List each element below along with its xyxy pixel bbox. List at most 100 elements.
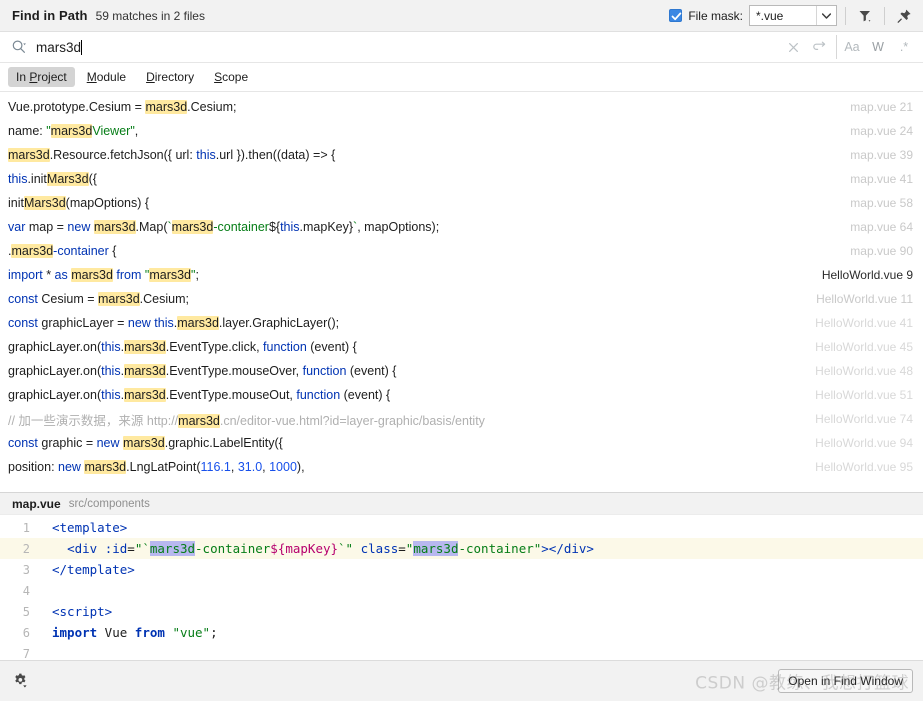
result-code: graphicLayer.on(this.mars3d.EventType.cl… <box>8 340 357 354</box>
result-code: .mars3d-container { <box>8 244 117 258</box>
result-code: mars3d.Resource.fetchJson({ url: this.ur… <box>8 148 336 162</box>
reset-icon[interactable] <box>806 35 832 59</box>
result-location: map.vue 64 <box>850 220 913 234</box>
table-row[interactable]: name: "mars3dViewer", map.vue 24 <box>0 119 923 143</box>
code-line[interactable]: 6 import Vue from "vue"; <box>0 622 923 643</box>
preview-pane: map.vue src/components 1 <template> 2 <d… <box>0 492 923 660</box>
preview-header: map.vue src/components <box>0 493 923 515</box>
result-code: Vue.prototype.Cesium = mars3d.Cesium; <box>8 100 237 114</box>
table-row[interactable]: initMars3d(mapOptions) { map.vue 58 <box>0 191 923 215</box>
result-location: map.vue 41 <box>850 172 913 186</box>
filter-icon[interactable] <box>854 5 876 27</box>
line-number: 2 <box>22 541 30 556</box>
table-row[interactable]: graphicLayer.on(this.mars3d.EventType.mo… <box>0 359 923 383</box>
table-row[interactable]: position: new mars3d.LngLatPoint(116.1, … <box>0 455 923 479</box>
code-line[interactable]: 1 <template> <box>0 517 923 538</box>
result-code: initMars3d(mapOptions) { <box>8 196 150 210</box>
code-line[interactable]: 4 <box>0 580 923 601</box>
tab-scope-mnemonic: S <box>214 70 223 84</box>
code-text: </template> <box>52 562 135 577</box>
result-location: HelloWorld.vue 48 <box>815 364 913 378</box>
table-row[interactable]: const graphic = new mars3d.graphic.Label… <box>0 431 923 455</box>
titlebar-divider-1 <box>845 6 846 25</box>
tab-scope[interactable]: Scope <box>206 67 256 87</box>
tab-directory[interactable]: Directory <box>138 67 202 87</box>
search-actions: Aa W .* <box>780 35 917 59</box>
regex-toggle[interactable]: .* <box>891 35 917 59</box>
pin-glyph <box>897 9 911 23</box>
search-glyph <box>12 40 26 53</box>
open-in-find-window-button[interactable]: Open in Find Window <box>778 669 913 693</box>
tab-directory-mnemonic: D <box>146 70 155 84</box>
code-line[interactable]: 7 <box>0 643 923 661</box>
result-code: graphicLayer.on(this.mars3d.EventType.mo… <box>8 364 397 378</box>
file-mask-combobox[interactable]: *.vue <box>749 5 837 26</box>
result-location: HelloWorld.vue 74 <box>815 412 913 426</box>
code-line[interactable]: 3 </template> <box>0 559 923 580</box>
result-location: map.vue 39 <box>850 148 913 162</box>
statusbar: Open in Find Window CSDN @教练、我想打篮球 <box>0 660 923 701</box>
gear-icon[interactable] <box>10 670 32 692</box>
tab-in-project-mnemonic: P <box>29 70 38 84</box>
result-code: var map = new mars3d.Map(`mars3d-contain… <box>8 220 440 234</box>
result-location: map.vue 90 <box>850 244 913 258</box>
table-row[interactable]: const graphicLayer = new this.mars3d.lay… <box>0 311 923 335</box>
preview-code[interactable]: 1 <template> 2 <div :id="`mars3d-contain… <box>0 515 923 660</box>
clear-icon[interactable] <box>780 35 806 59</box>
result-code: const graphicLayer = new this.mars3d.lay… <box>8 316 340 330</box>
results-list[interactable]: Vue.prototype.Cesium = mars3d.Cesium; ma… <box>0 92 923 492</box>
result-location: HelloWorld.vue 95 <box>815 460 913 474</box>
result-location: HelloWorld.vue 94 <box>815 436 913 450</box>
find-in-path-window: Find in Path 59 matches in 2 files File … <box>0 0 923 701</box>
table-row[interactable]: const Cesium = mars3d.Cesium; HelloWorld… <box>0 287 923 311</box>
table-row[interactable]: import * as mars3d from "mars3d"; HelloW… <box>0 263 923 287</box>
table-row[interactable]: // 加一些演示数据，来源 http://mars3d.cn/editor-vu… <box>0 407 923 431</box>
line-number: 5 <box>22 604 30 619</box>
line-number: 1 <box>22 520 30 535</box>
search-icon[interactable] <box>8 36 30 58</box>
result-location: map.vue 24 <box>850 124 913 138</box>
tab-module-mnemonic: M <box>86 70 97 84</box>
result-code: graphicLayer.on(this.mars3d.EventType.mo… <box>8 388 391 402</box>
table-row[interactable]: graphicLayer.on(this.mars3d.EventType.cl… <box>0 335 923 359</box>
table-row[interactable]: mars3d.Resource.fetchJson({ url: this.ur… <box>0 143 923 167</box>
preview-file-path: src/components <box>68 497 150 510</box>
tab-module[interactable]: Module <box>79 67 134 87</box>
result-location: HelloWorld.vue 45 <box>815 340 913 354</box>
whole-words-toggle[interactable]: W <box>865 35 891 59</box>
match-case-toggle[interactable]: Aa <box>839 35 865 59</box>
search-input[interactable]: mars3d <box>36 39 780 55</box>
titlebar: Find in Path 59 matches in 2 files File … <box>0 0 923 32</box>
file-mask-label: File mask: <box>688 8 743 23</box>
chevron-down-icon[interactable] <box>816 6 836 25</box>
table-row[interactable]: var map = new mars3d.Map(`mars3d-contain… <box>0 215 923 239</box>
file-mask-checkbox[interactable] <box>669 9 683 22</box>
line-number: 3 <box>22 562 30 577</box>
table-row[interactable]: graphicLayer.on(this.mars3d.EventType.mo… <box>0 383 923 407</box>
text-caret <box>81 39 83 55</box>
match-summary: 59 matches in 2 files <box>95 8 205 23</box>
gear-glyph <box>15 673 27 688</box>
check-icon <box>671 12 682 21</box>
result-code: const Cesium = mars3d.Cesium; <box>8 292 189 306</box>
code-line[interactable]: 5 <script> <box>0 601 923 622</box>
result-code: name: "mars3dViewer", <box>8 124 139 138</box>
search-left: mars3d <box>8 36 780 58</box>
filter-glyph <box>859 10 870 22</box>
line-number: 4 <box>22 583 30 598</box>
result-code: import * as mars3d from "mars3d"; <box>8 268 199 282</box>
result-location: map.vue 21 <box>850 100 913 114</box>
result-code: const graphic = new mars3d.graphic.Label… <box>8 436 283 450</box>
result-code: this.initMars3d({ <box>8 172 97 186</box>
table-row[interactable]: this.initMars3d({ map.vue 41 <box>0 167 923 191</box>
code-text: import Vue from "vue"; <box>52 625 218 640</box>
reset-glyph <box>812 41 825 50</box>
pin-icon[interactable] <box>893 5 915 27</box>
tab-in-project[interactable]: In Project <box>8 67 75 87</box>
table-row[interactable]: Vue.prototype.Cesium = mars3d.Cesium; ma… <box>0 95 923 119</box>
table-row[interactable]: .mars3d-container { map.vue 90 <box>0 239 923 263</box>
search-input-value: mars3d <box>36 39 82 55</box>
code-text: <div :id="`mars3d-container${mapKey}`" c… <box>67 541 594 556</box>
result-location: HelloWorld.vue 51 <box>815 388 913 402</box>
code-line[interactable]: 2 <div :id="`mars3d-container${mapKey}`"… <box>0 538 923 559</box>
